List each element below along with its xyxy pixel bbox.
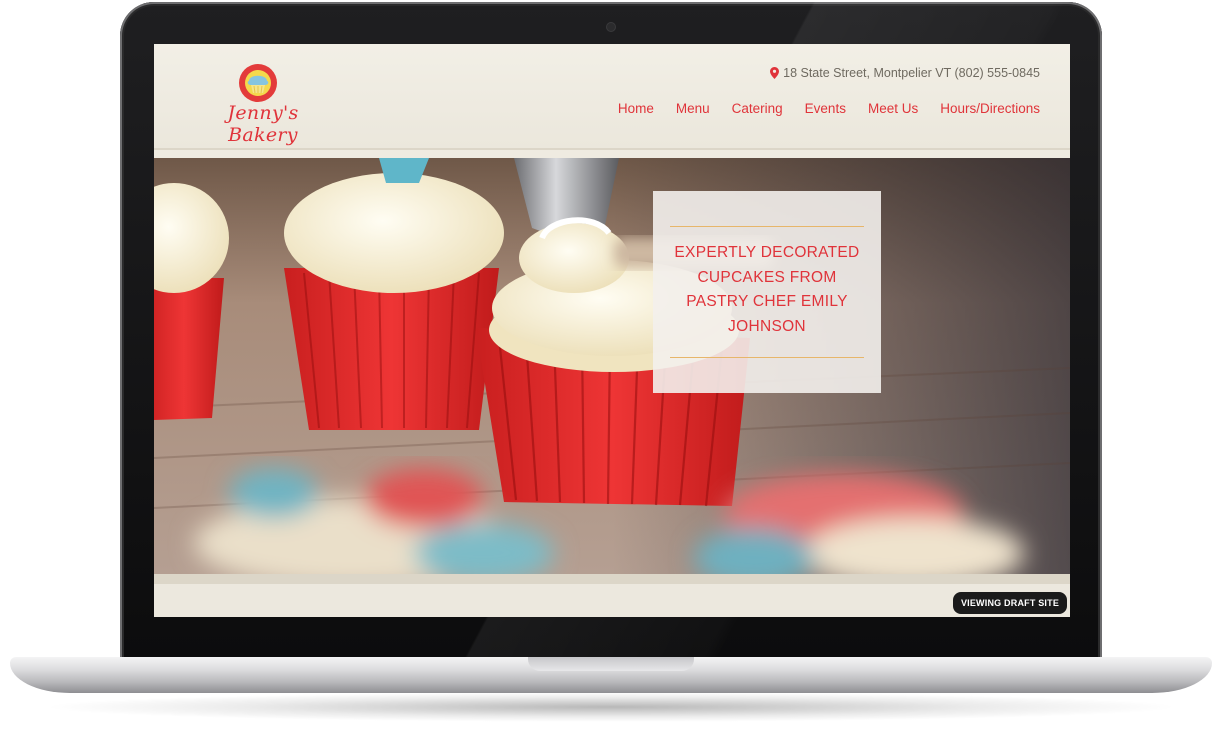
nav-menu[interactable]: Menu xyxy=(676,101,710,116)
cupcake-icon xyxy=(239,64,277,102)
camera-icon xyxy=(607,23,615,31)
main-nav: Home Menu Catering Events Meet Us Hours/… xyxy=(618,101,1040,116)
site-logo[interactable]: Jenny's Bakery xyxy=(198,62,328,146)
hero-tagline-card: EXPERTLY DECORATED CUPCAKES FROM PASTRY … xyxy=(653,191,881,393)
content-band xyxy=(154,584,1070,617)
address-text: 18 State Street, Montpelier VT (802) 555… xyxy=(783,66,1040,80)
laptop-notch xyxy=(528,657,694,671)
card-rule-top xyxy=(670,226,864,227)
nav-catering[interactable]: Catering xyxy=(732,101,783,116)
laptop-shadow xyxy=(40,692,1182,722)
hero-image xyxy=(154,158,1070,574)
site-header: Jenny's Bakery 18 State Street, Montpeli… xyxy=(154,44,1070,150)
address-line: 18 State Street, Montpelier VT (802) 555… xyxy=(770,66,1040,80)
card-rule-bottom xyxy=(670,357,864,358)
nav-events[interactable]: Events xyxy=(805,101,846,116)
nav-hours-directions[interactable]: Hours/Directions xyxy=(940,101,1040,116)
hero-tagline: EXPERTLY DECORATED CUPCAKES FROM PASTRY … xyxy=(674,244,860,335)
draft-site-badge[interactable]: VIEWING DRAFT SITE xyxy=(953,592,1067,614)
logo-text: Jenny's Bakery xyxy=(227,102,299,146)
nav-meet-us[interactable]: Meet Us xyxy=(868,101,918,116)
nav-home[interactable]: Home xyxy=(618,101,654,116)
website-screen: Jenny's Bakery 18 State Street, Montpeli… xyxy=(154,44,1070,617)
cupcakes-photo xyxy=(154,158,1070,574)
hero-divider xyxy=(154,574,1070,584)
map-pin-icon xyxy=(770,67,780,79)
